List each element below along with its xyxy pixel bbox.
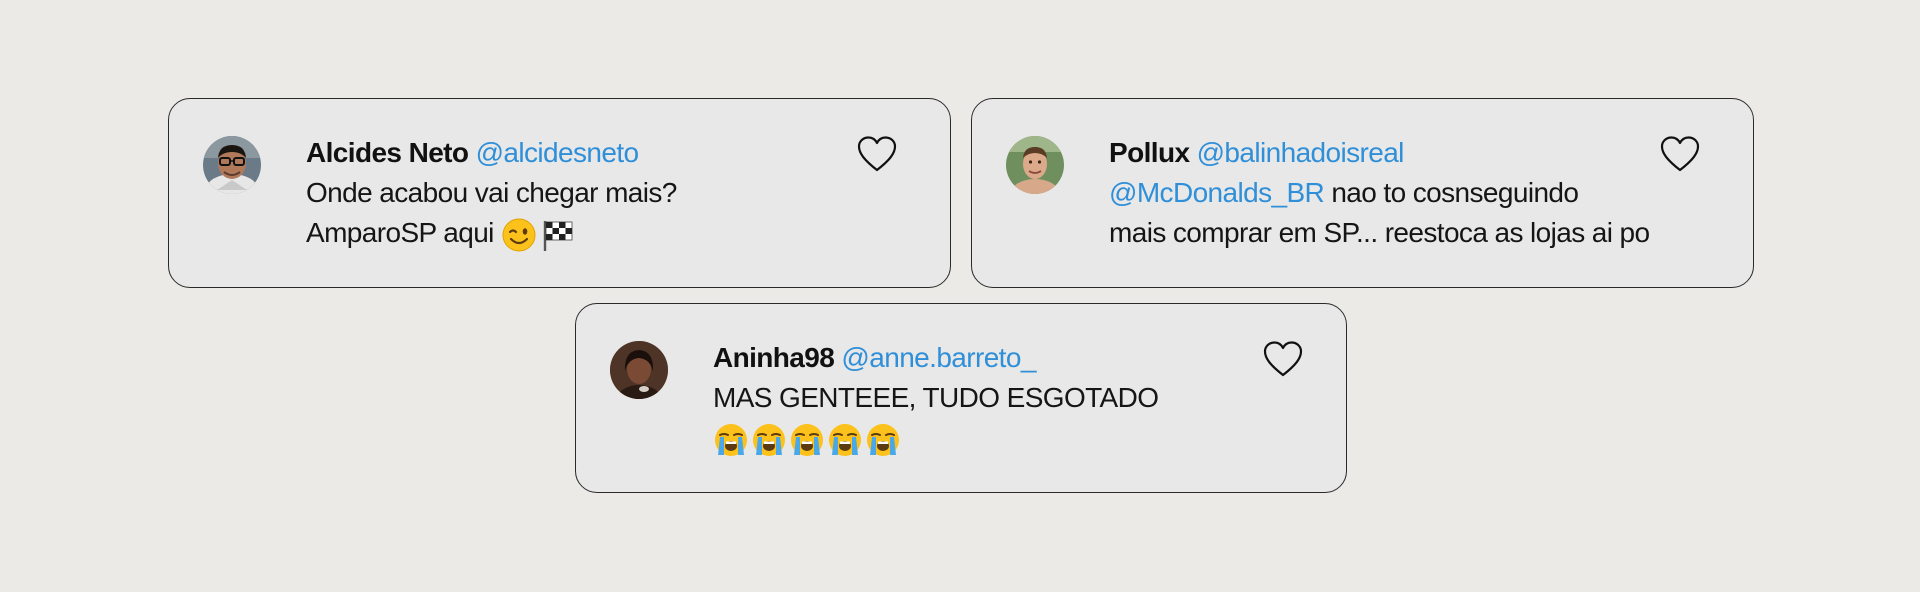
author-handle[interactable]: @anne.barreto_ bbox=[841, 342, 1036, 373]
tweet-text-line bbox=[713, 418, 1236, 458]
tweet-content: Pollux @balinhadoisreal @McDonalds_BR na… bbox=[1109, 133, 1650, 253]
loudly-crying-face-emoji bbox=[865, 422, 901, 458]
tweet-text-line: @McDonalds_BR nao to cosnseguindo bbox=[1109, 173, 1643, 213]
tweet-text: AmparoSP aqui bbox=[306, 217, 494, 248]
emoji-group bbox=[501, 217, 575, 253]
author-handle[interactable]: @balinhadoisreal bbox=[1197, 137, 1405, 168]
winking-face-emoji bbox=[501, 217, 537, 253]
tweet-header: Alcides Neto @alcidesneto bbox=[306, 133, 840, 173]
avatar[interactable] bbox=[203, 136, 261, 194]
tweet-card: Alcides Neto @alcidesneto Onde acabou va… bbox=[168, 98, 951, 288]
tweet-card: Pollux @balinhadoisreal @McDonalds_BR na… bbox=[971, 98, 1754, 288]
author-name[interactable]: Pollux bbox=[1109, 137, 1190, 168]
emoji-group bbox=[713, 422, 901, 458]
checkered-flag-emoji bbox=[539, 217, 575, 253]
heart-icon[interactable] bbox=[1659, 135, 1701, 173]
avatar[interactable] bbox=[610, 341, 668, 399]
tweet-content: Alcides Neto @alcidesneto Onde acabou va… bbox=[306, 133, 840, 253]
loudly-crying-face-emoji bbox=[751, 422, 787, 458]
loudly-crying-face-emoji bbox=[713, 422, 749, 458]
avatar[interactable] bbox=[1006, 136, 1064, 194]
tweet-text-line: mais comprar em SP... reestoca as lojas … bbox=[1109, 217, 1650, 248]
tweet-text: nao to cosnseguindo bbox=[1324, 177, 1579, 208]
author-name[interactable]: Aninha98 bbox=[713, 342, 835, 373]
heart-icon[interactable] bbox=[1262, 340, 1304, 378]
tweet-content: Aninha98 @anne.barreto_ MAS GENTEEE, TUD… bbox=[713, 338, 1236, 458]
author-handle[interactable]: @alcidesneto bbox=[476, 137, 639, 168]
mention-link[interactable]: @McDonalds_BR bbox=[1109, 177, 1325, 208]
tweet-text-line: Onde acabou vai chegar mais? bbox=[306, 177, 677, 208]
tweet-header: Aninha98 @anne.barreto_ bbox=[713, 338, 1236, 378]
loudly-crying-face-emoji bbox=[789, 422, 825, 458]
tweet-text-line: MAS GENTEEE, TUDO ESGOTADO bbox=[713, 382, 1159, 413]
tweet-text-line: AmparoSP aqui bbox=[306, 213, 840, 253]
heart-icon[interactable] bbox=[856, 135, 898, 173]
tweet-header: Pollux @balinhadoisreal bbox=[1109, 133, 1643, 173]
loudly-crying-face-emoji bbox=[827, 422, 863, 458]
tweet-card: Aninha98 @anne.barreto_ MAS GENTEEE, TUD… bbox=[575, 303, 1347, 493]
author-name[interactable]: Alcides Neto bbox=[306, 137, 469, 168]
